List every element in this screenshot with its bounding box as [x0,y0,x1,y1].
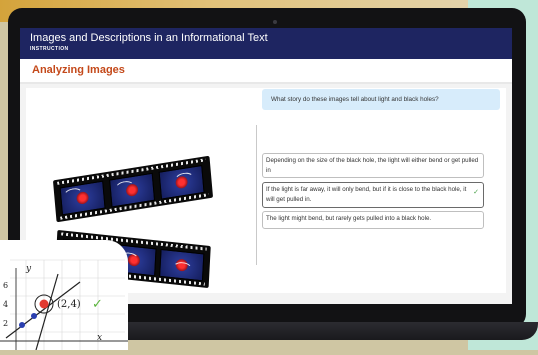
black-hole-image [159,248,205,282]
light-path [173,171,195,189]
intersection-point [39,299,49,309]
lesson-subtitle: INSTRUCTION [30,46,69,52]
lesson-header: Images and Descriptions in an Informatio… [20,28,512,59]
light-path [172,261,193,278]
y-tick-6: 6 [3,281,8,290]
y-tick-4: 4 [3,300,8,309]
point-b [19,322,25,328]
lesson-title: Images and Descriptions in an Informatio… [30,32,268,44]
answer-text: The light might bend, but rarely gets pu… [266,215,432,222]
film-strip-1 [52,155,214,223]
graph-overlay: y x 6 4 2 (2,4) ✓ [0,240,128,351]
section-title: Analyzing Images [32,64,125,76]
coordinate-graph: y x 6 4 2 (2,4) ✓ [0,259,128,351]
column-divider [256,125,257,265]
camera [273,20,277,24]
point-label: (2,4) [57,299,81,310]
answer-text: Depending on the size of the black hole,… [266,157,479,174]
y-axis-label: y [25,264,32,274]
answer-option-2[interactable]: If the light is far away, it will only b… [262,182,484,208]
selected-check-icon: ✓ [473,189,479,196]
x-axis-label: x [97,333,102,343]
answer-text: If the light is far away, it will only b… [266,186,467,203]
point-a [31,313,37,319]
answer-option-3[interactable]: The light might bend, but rarely gets pu… [262,211,484,229]
answer-option-1[interactable]: Depending on the size of the black hole,… [262,153,484,178]
question-prompt: What story do these images tell about li… [262,89,500,110]
line-2 [5,281,81,339]
section-bar: Analyzing Images [20,59,512,84]
y-tick-2: 2 [3,319,8,328]
check-icon: ✓ [92,297,103,312]
